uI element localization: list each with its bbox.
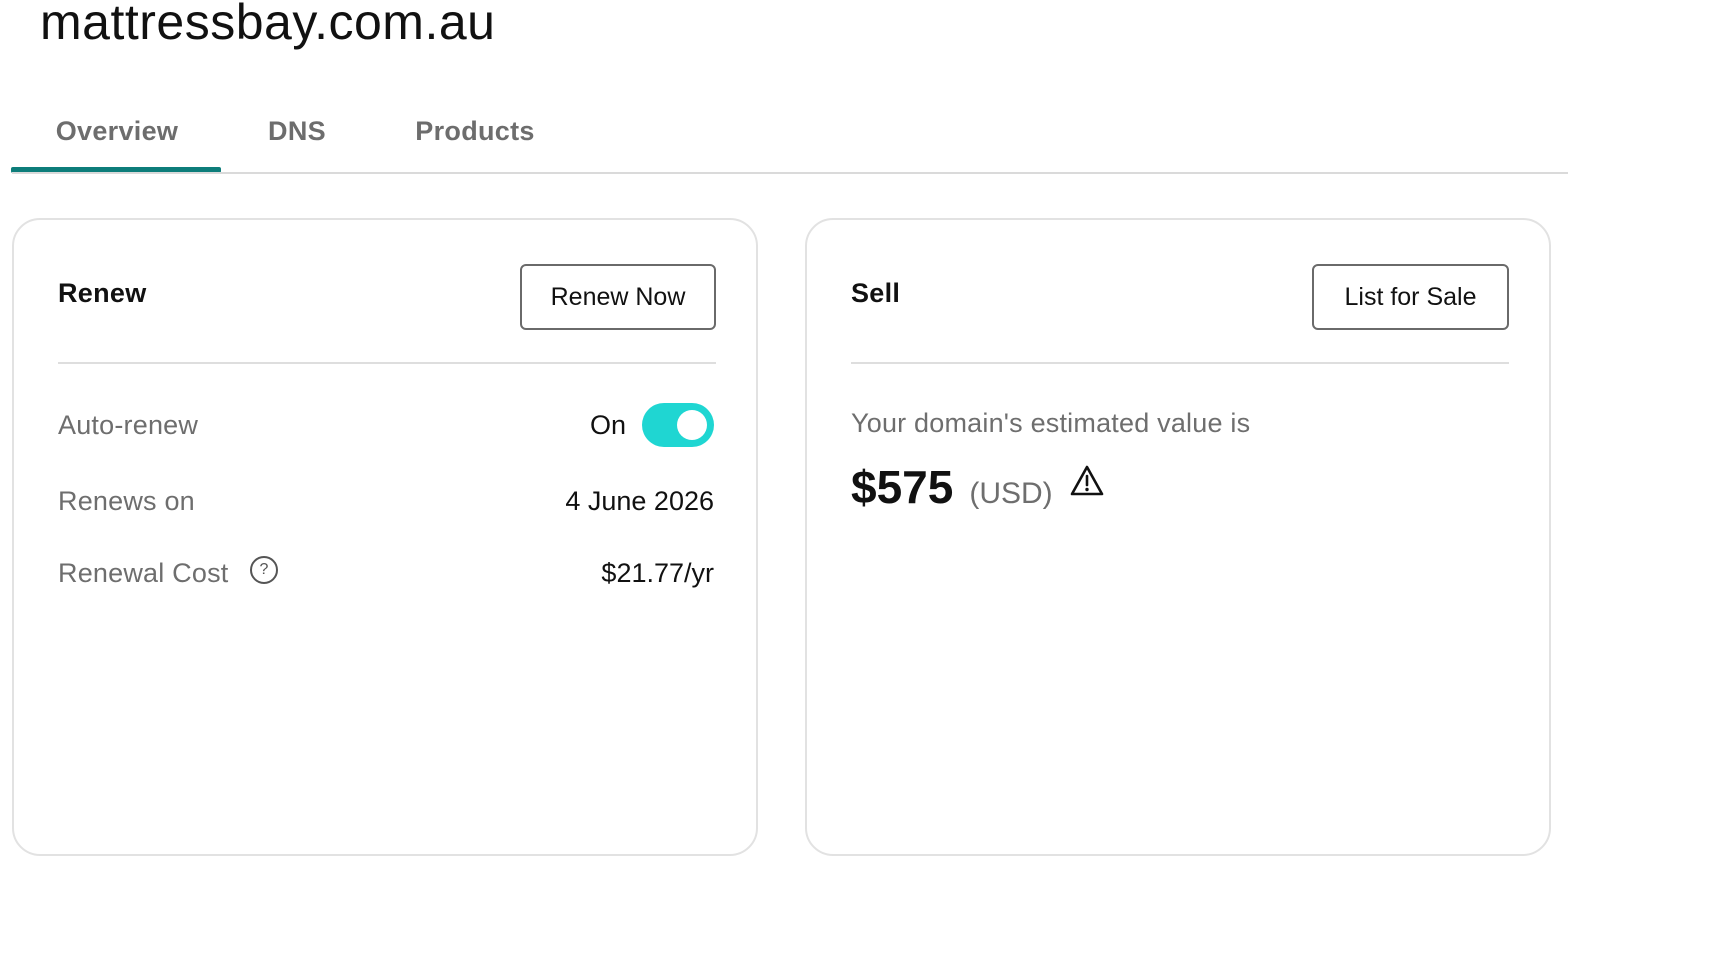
- auto-renew-label: Auto-renew: [58, 410, 199, 440]
- warning-triangle-icon[interactable]: [1069, 464, 1105, 498]
- estimated-value-description: Your domain's estimated value is: [851, 408, 1251, 438]
- auto-renew-control: On: [590, 402, 714, 448]
- estimated-value-amount: $575: [851, 461, 954, 513]
- auto-renew-toggle[interactable]: [642, 403, 714, 447]
- tab-products[interactable]: Products: [390, 100, 560, 172]
- renew-card: Renew Renew Now Auto-renew On Renews on …: [12, 218, 758, 856]
- toggle-knob: [677, 410, 707, 440]
- sell-card-divider: [851, 362, 1509, 364]
- sell-card: Sell List for Sale Your domain's estimat…: [805, 218, 1551, 856]
- sell-card-title: Sell: [851, 278, 901, 308]
- renew-now-button[interactable]: Renew Now: [520, 264, 716, 330]
- renews-on-value: 4 June 2026: [565, 486, 714, 516]
- domain-name-title: mattressbay.com.au: [40, 0, 496, 50]
- tab-dns[interactable]: DNS: [242, 100, 352, 172]
- auto-renew-state-label: On: [589, 409, 626, 440]
- tab-bar: Overview DNS Products: [12, 100, 1568, 172]
- renews-on-label: Renews on: [58, 486, 195, 516]
- renewal-cost-label: Renewal Cost: [58, 558, 229, 588]
- tabs-divider: [12, 172, 1568, 174]
- estimated-value-row: $575 (USD): [851, 460, 1053, 514]
- renewal-cost-value: $21.77/yr: [601, 558, 714, 588]
- domain-overview-page: mattressbay.com.au Overview DNS Products…: [0, 0, 1725, 962]
- tab-overview[interactable]: Overview: [12, 100, 222, 172]
- question-circle-icon[interactable]: ?: [250, 556, 278, 584]
- list-for-sale-button[interactable]: List for Sale: [1312, 264, 1509, 330]
- renew-card-title: Renew: [58, 278, 147, 308]
- renew-card-divider: [58, 362, 716, 364]
- estimated-value-currency: (USD): [969, 477, 1053, 510]
